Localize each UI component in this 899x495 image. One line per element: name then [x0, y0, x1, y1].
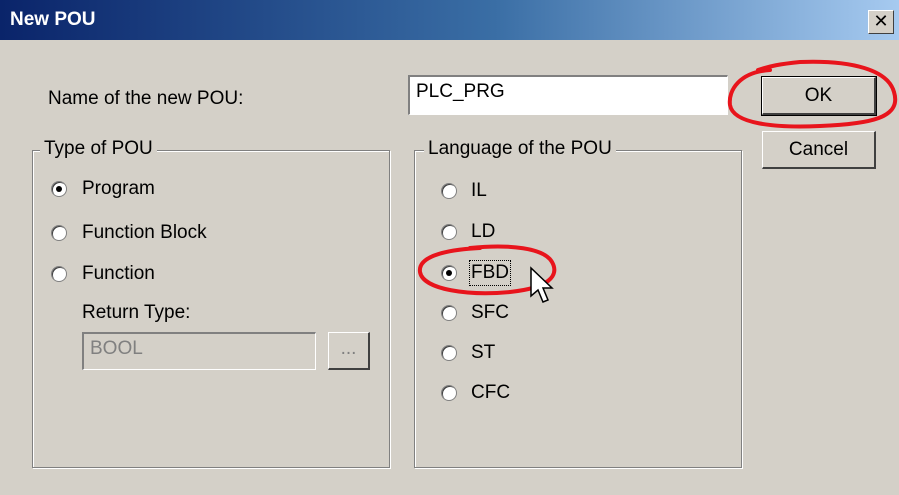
option-cfc-label: CFC	[471, 382, 511, 403]
close-icon: ✕	[873, 11, 889, 31]
option-il-label: IL	[471, 180, 487, 201]
radio-function[interactable]	[51, 266, 67, 282]
cancel-button[interactable]: Cancel	[762, 131, 876, 169]
window-title: New POU	[10, 9, 96, 30]
ok-button-label: OK	[804, 85, 833, 106]
language-of-pou-group	[414, 150, 742, 468]
pou-name-value: PLC_PRG	[416, 81, 505, 102]
option-sfc-label: SFC	[471, 302, 509, 323]
ok-button[interactable]: OK	[761, 76, 877, 116]
option-function-block-label: Function Block	[82, 222, 207, 243]
radio-ld[interactable]	[441, 224, 457, 240]
name-label: Name of the new POU:	[48, 88, 244, 109]
return-type-browse-button: ...	[328, 332, 370, 370]
radio-cfc[interactable]	[441, 385, 457, 401]
close-button[interactable]: ✕	[868, 10, 894, 34]
radio-st[interactable]	[441, 345, 457, 361]
option-st-label: ST	[471, 342, 496, 363]
radio-fbd[interactable]	[441, 265, 457, 281]
language-of-pou-legend: Language of the POU	[424, 138, 616, 160]
browse-button-label: ...	[340, 338, 357, 359]
option-function-label: Function	[82, 263, 155, 284]
radio-function-block[interactable]	[51, 225, 67, 241]
radio-il[interactable]	[441, 183, 457, 199]
type-of-pou-legend: Type of POU	[40, 138, 157, 160]
option-ld-label: LD	[471, 221, 496, 242]
cancel-button-label: Cancel	[788, 139, 849, 160]
radio-sfc[interactable]	[441, 305, 457, 321]
option-program-label: Program	[82, 178, 155, 199]
radio-program[interactable]	[51, 181, 67, 197]
option-fbd-label: FBD	[469, 260, 511, 286]
return-type-input: BOOL	[82, 332, 316, 370]
pou-name-input[interactable]: PLC_PRG	[408, 75, 728, 115]
return-type-label: Return Type:	[82, 302, 191, 323]
title-bar: New POU ✕	[0, 0, 899, 40]
return-type-value: BOOL	[90, 338, 143, 359]
